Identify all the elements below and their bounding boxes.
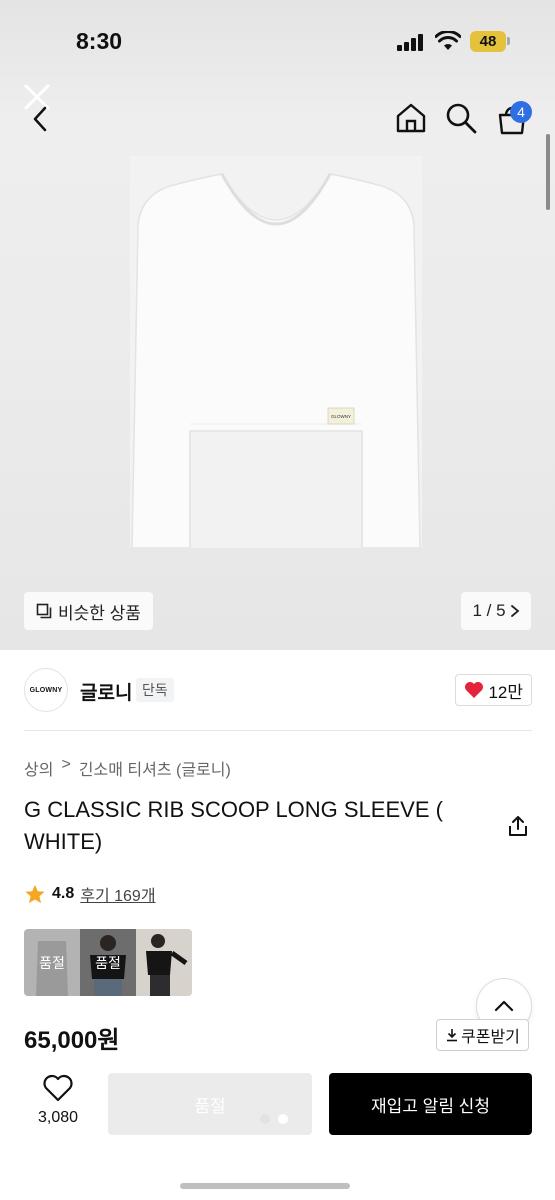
soldout-button: 품절	[108, 1073, 312, 1135]
chevron-up-icon	[494, 1000, 514, 1012]
heart-filled-icon	[465, 682, 484, 698]
breadcrumb-subcategory[interactable]: 긴소매 티셔츠 (글로니)	[79, 756, 231, 780]
exclusive-badge: 단독	[136, 678, 174, 702]
rating-score: 4.8	[52, 885, 75, 902]
cart-count-badge: 4	[510, 101, 532, 123]
search-icon[interactable]	[445, 102, 477, 134]
soldout-label: 품절	[39, 954, 65, 971]
page-dot	[260, 1114, 270, 1124]
battery-indicator: 48	[470, 31, 506, 52]
wishlist-count: 3,080	[37, 1109, 79, 1126]
rating-row: 4.8 후기 169개	[24, 882, 156, 906]
pager-text: 1 / 5	[472, 601, 506, 620]
breadcrumb-category[interactable]: 상의	[24, 756, 53, 780]
chevron-right-icon	[510, 605, 519, 617]
restock-alert-button[interactable]: 재입고 알림 신청	[329, 1073, 532, 1135]
black-top-model-image-2	[136, 929, 192, 996]
star-icon	[25, 884, 45, 904]
review-count-link[interactable]: 후기 169개	[80, 882, 155, 906]
coupon-label: 쿠폰받기	[461, 1029, 520, 1046]
status-bar: 8:30 48	[0, 0, 555, 80]
product-title: G CLASSIC RIB SCOOP LONG SLEEVE ( WHITE)	[24, 797, 443, 854]
signal-icon	[397, 33, 427, 51]
garment-label-text: GLOWNY	[331, 414, 351, 419]
option-thumbnails: 품절 품절	[24, 929, 192, 996]
option-thumbnail[interactable]	[136, 929, 192, 996]
coupon-download-button[interactable]: 쿠폰받기	[436, 1019, 529, 1051]
brand-logo[interactable]: GLOWNY	[24, 668, 68, 712]
similar-items-button[interactable]: 비슷한 상품	[24, 592, 153, 630]
home-indicator	[180, 1183, 350, 1189]
brand-row: GLOWNY 글로니 단독 12만	[24, 668, 532, 714]
share-icon[interactable]	[506, 814, 530, 838]
status-time: 8:30	[76, 28, 123, 54]
soldout-label: 품절	[95, 954, 121, 971]
image-pager[interactable]: 1 / 5	[461, 592, 531, 630]
back-arrow-icon[interactable]	[30, 106, 50, 132]
divider	[24, 730, 532, 731]
download-icon	[447, 1029, 457, 1042]
breadcrumb-separator: >	[61, 756, 71, 773]
scrollbar[interactable]	[546, 134, 550, 210]
heart-outline-icon	[43, 1074, 73, 1102]
similar-items-icon	[36, 603, 52, 619]
option-thumbnail[interactable]: 품절	[80, 929, 136, 996]
home-icon[interactable]	[395, 102, 427, 134]
wishlist-button[interactable]: 3,080	[30, 1074, 86, 1127]
brand-name[interactable]: 글로니	[80, 678, 132, 705]
similar-items-label: 비슷한 상품	[58, 603, 141, 623]
battery-tip	[507, 37, 510, 45]
breadcrumb: 상의 > 긴소매 티셔츠 (글로니)	[24, 756, 231, 780]
brand-like-count: 12만	[488, 682, 523, 702]
page-dot-active	[278, 1114, 288, 1124]
product-photo: GLOWNY	[130, 156, 422, 548]
product-price: 65,000원	[24, 1027, 120, 1054]
page-dots	[260, 1114, 288, 1124]
wifi-icon	[435, 31, 461, 50]
option-thumbnail[interactable]: 품절	[24, 929, 80, 996]
brand-like-button[interactable]: 12만	[455, 674, 532, 706]
